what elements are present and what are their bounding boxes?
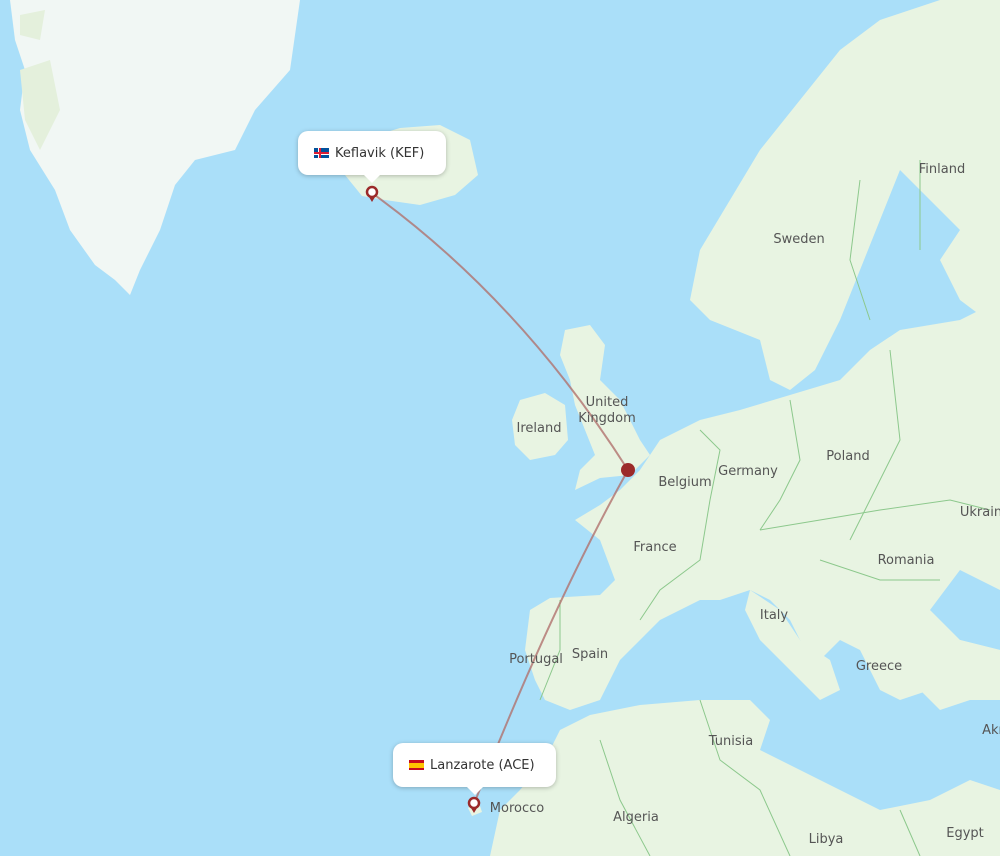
country-label: Sweden xyxy=(773,231,825,247)
origin-pin-icon[interactable] xyxy=(365,185,379,202)
country-label: Ukraine xyxy=(959,504,1000,520)
origin-label: Keflavik (KEF) xyxy=(335,145,425,161)
landmass-greenland xyxy=(10,0,300,295)
country-label: Portugal xyxy=(509,651,563,667)
landmass-africa xyxy=(490,700,1000,856)
map-canvas[interactable] xyxy=(0,0,1000,856)
country-label: Poland xyxy=(826,448,870,464)
country-label: Algeria xyxy=(613,809,659,825)
country-label: Akr xyxy=(982,722,1000,738)
country-label: Romania xyxy=(877,552,935,568)
spain-flag-icon xyxy=(409,760,424,770)
iceland-flag-icon xyxy=(314,148,329,158)
country-label: Ireland xyxy=(516,420,562,436)
country-label: Egypt xyxy=(946,825,984,841)
destination-label: Lanzarote (ACE) xyxy=(430,757,535,773)
destination-callout[interactable]: Lanzarote (ACE) xyxy=(393,743,556,795)
country-label: Belgium xyxy=(658,474,712,490)
country-label: Germany xyxy=(718,463,778,479)
country-label: Morocco xyxy=(489,800,545,816)
country-label: Tunisia xyxy=(708,733,754,749)
country-label: Libya xyxy=(808,831,844,847)
stopover-marker[interactable] xyxy=(621,463,635,477)
country-label: Spain xyxy=(571,646,609,662)
country-label: Finland xyxy=(918,161,966,177)
origin-callout[interactable]: Keflavik (KEF) xyxy=(298,131,446,183)
country-label: Greece xyxy=(855,658,903,674)
country-label: France xyxy=(633,539,677,555)
country-label: United Kingdom xyxy=(578,394,636,426)
country-label: Italy xyxy=(759,607,789,623)
